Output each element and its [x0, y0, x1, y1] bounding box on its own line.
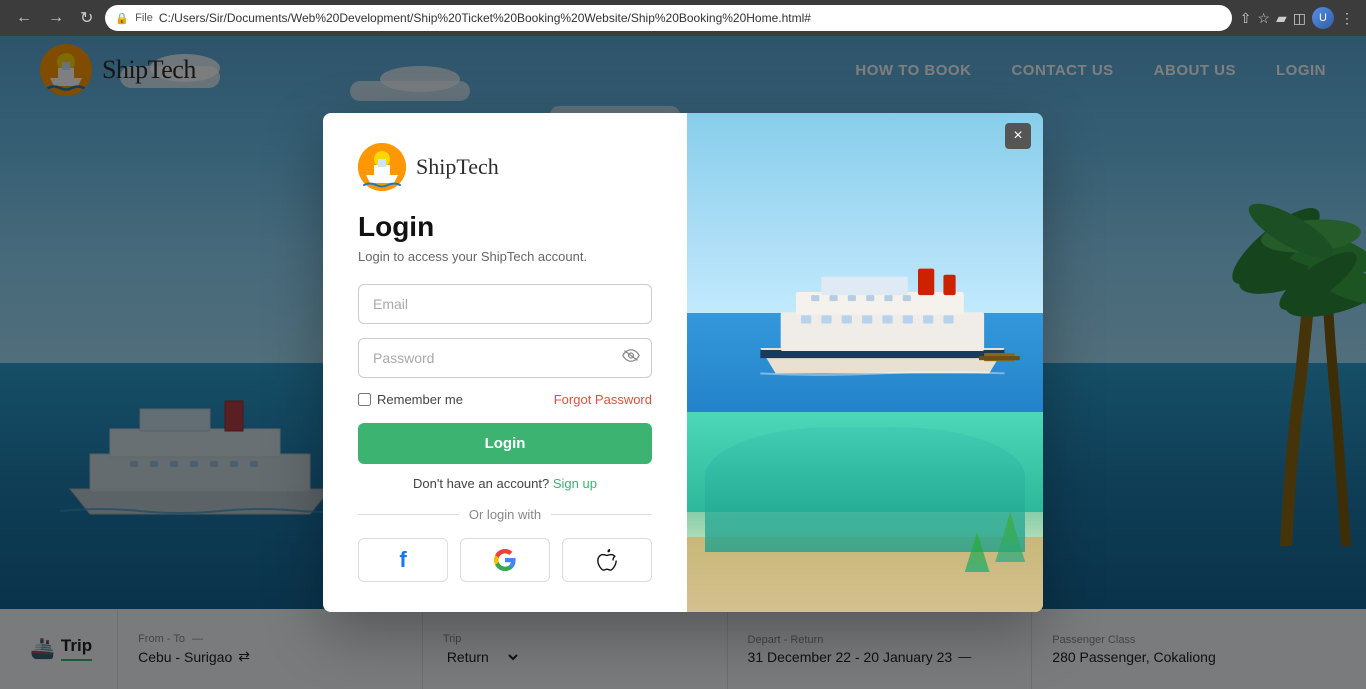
profile-avatar[interactable]: U — [1312, 7, 1334, 29]
password-input[interactable] — [358, 338, 652, 378]
modal-logo: ShipTech — [358, 143, 652, 191]
modal-logo-text: ShipTech — [416, 154, 499, 180]
apple-icon — [597, 549, 617, 571]
bookmark-icon[interactable]: ☆ — [1257, 10, 1270, 27]
remember-forgot-row: Remember me Forgot Password — [358, 392, 652, 407]
extensions-icon[interactable]: ▰ — [1276, 10, 1287, 27]
modal-left-panel: ShipTech Login Login to access your Ship… — [323, 113, 687, 612]
address-bar[interactable]: 🔒 File C:/Users/Sir/Documents/Web%20Deve… — [105, 5, 1231, 31]
remember-me-checkbox[interactable] — [358, 393, 371, 406]
signup-text: Don't have an account? Sign up — [358, 476, 652, 491]
modal-right-panel — [687, 113, 1043, 612]
modal-logo-icon — [358, 143, 406, 191]
password-wrapper — [358, 338, 652, 378]
reload-button[interactable]: ↻ — [76, 4, 97, 32]
image-cruise-ship — [740, 238, 1025, 438]
social-buttons: f — [358, 538, 652, 582]
modal-title: Login — [358, 211, 652, 243]
signup-link[interactable]: Sign up — [553, 476, 597, 491]
login-modal: × ShipTech — [323, 113, 1043, 612]
share-icon[interactable]: ⇧ — [1240, 10, 1252, 27]
or-divider: Or login with — [358, 507, 652, 522]
email-input[interactable] — [358, 284, 652, 324]
menu-icon[interactable]: ⋮ — [1340, 10, 1354, 27]
apple-login-button[interactable] — [562, 538, 652, 582]
google-icon — [494, 549, 516, 571]
facebook-icon: f — [399, 547, 406, 573]
split-screen-icon[interactable]: ◫ — [1293, 10, 1306, 27]
url-text: C:/Users/Sir/Documents/Web%20Development… — [159, 11, 811, 25]
back-button[interactable]: ← — [12, 5, 36, 31]
forward-button[interactable]: → — [44, 5, 68, 31]
facebook-login-button[interactable]: f — [358, 538, 448, 582]
website: ShipTech HOW TO BOOK CONTACT US ABOUT US… — [0, 36, 1366, 689]
browser-actions: ⇧ ☆ ▰ ◫ U ⋮ — [1240, 7, 1354, 29]
remember-me-label[interactable]: Remember me — [358, 392, 463, 407]
browser-chrome: ← → ↻ 🔒 File C:/Users/Sir/Documents/Web%… — [0, 0, 1366, 36]
file-label: File — [135, 12, 153, 24]
password-visibility-toggle[interactable] — [622, 349, 640, 368]
forgot-password-link[interactable]: Forgot Password — [554, 392, 652, 407]
modal-cruise-image — [687, 113, 1043, 612]
modal-close-button[interactable]: × — [1005, 123, 1031, 149]
modal-overlay[interactable]: × ShipTech — [0, 36, 1366, 689]
google-login-button[interactable] — [460, 538, 550, 582]
lock-icon: 🔒 — [115, 12, 129, 25]
modal-subtitle: Login to access your ShipTech account. — [358, 249, 652, 264]
login-button[interactable]: Login — [358, 423, 652, 464]
